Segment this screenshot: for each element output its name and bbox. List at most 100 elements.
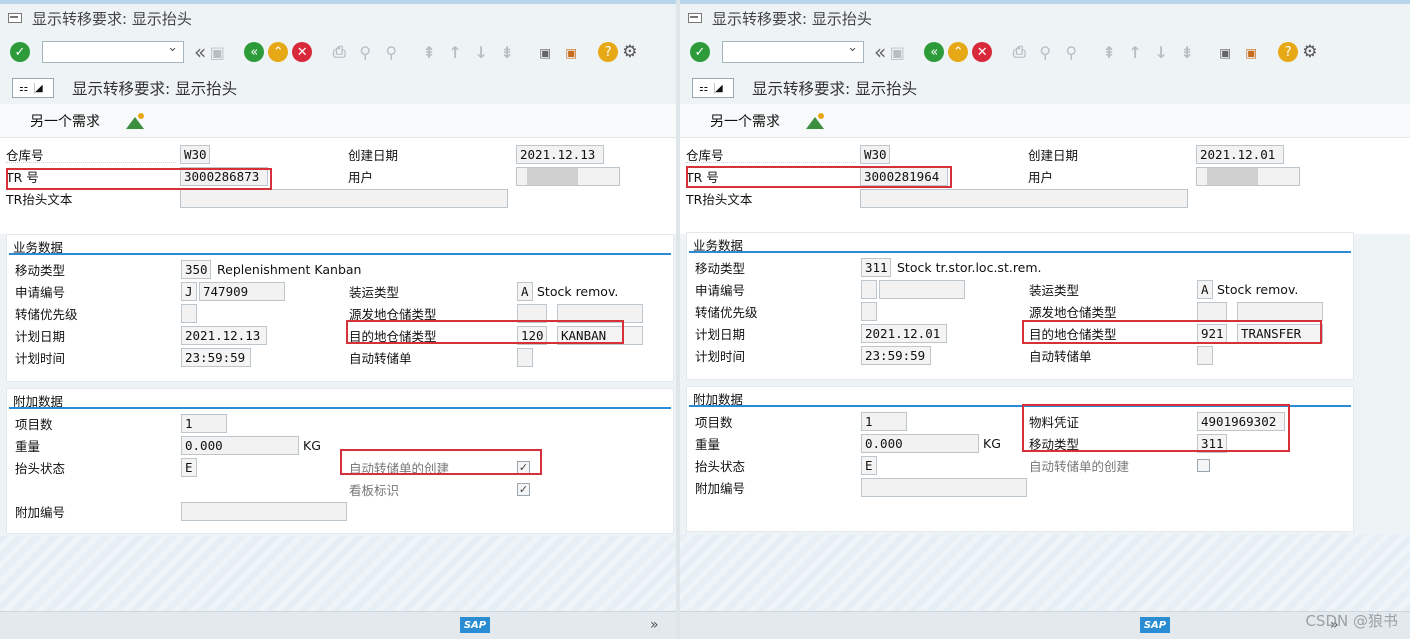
planned-date-field[interactable]: 2021.12.01 (861, 323, 947, 343)
request-number-label: 申请编号 (695, 282, 746, 298)
left-sap-window: 显示转移要求: 显示抬头 ✓ « ▣ « ⌃ ✕ ⎙ ⚲ ⚲ ⇞ ↑ ↓ ⇟ ▣… (0, 0, 676, 639)
shipping-type-field[interactable]: A (1197, 279, 1213, 299)
auto-to-creation-label: 自动转储单的创建 (1029, 458, 1130, 474)
enter-check-icon[interactable]: ✓ (690, 42, 710, 62)
shipping-type-field[interactable]: A (517, 281, 533, 301)
planned-time-label: 计划时间 (15, 350, 66, 366)
additional-number-field[interactable] (181, 501, 347, 521)
enter-check-icon[interactable]: ✓ (10, 42, 30, 62)
weight-field[interactable]: 0.000 (181, 435, 299, 455)
planned-time-field[interactable]: 23:59:59 (181, 347, 251, 367)
source-storage-type-field[interactable] (1197, 301, 1227, 321)
find-next-icon[interactable]: ⚲ (1060, 41, 1082, 63)
first-page-icon[interactable]: ⇞ (1098, 41, 1120, 63)
business-data-group: 业务数据 移动类型 350 Replenishment Kanban 申请编号 … (6, 234, 674, 382)
shortcut-icon[interactable]: ▣ (560, 41, 582, 63)
prev-page-icon[interactable]: ↑ (1124, 41, 1146, 63)
next-page-icon[interactable]: ↓ (470, 41, 492, 63)
user-label: 用户 (348, 169, 374, 185)
request-number-field[interactable] (879, 279, 965, 299)
created-date-field[interactable]: 2021.12.13 (516, 144, 604, 164)
request-prefix-field[interactable] (861, 279, 877, 299)
back-icon[interactable]: « (924, 42, 945, 62)
created-date-field[interactable]: 2021.12.01 (1196, 144, 1284, 164)
source-storage-type-desc (1237, 301, 1323, 321)
last-page-icon[interactable]: ⇟ (496, 41, 518, 63)
system-toolbar: ✓ « ▣ « ⌃ ✕ ⎙ ⚲ ⚲ ⇞ ↑ ↓ ⇟ ▣ ▣ ? ⚙ (0, 32, 676, 72)
item-count-label: 项目数 (15, 416, 53, 432)
double-chevron-left-icon[interactable]: « (874, 40, 886, 64)
warehouse-field[interactable]: W30 (860, 144, 890, 164)
header-status-label: 抬头状态 (15, 460, 66, 476)
last-page-icon[interactable]: ⇟ (1176, 41, 1198, 63)
item-count-field[interactable]: 1 (861, 411, 907, 431)
weight-field[interactable]: 0.000 (861, 433, 979, 453)
transfer-priority-field[interactable] (181, 303, 197, 323)
screen-menu-icon[interactable]: ⚏ ◢ (12, 78, 54, 98)
print-icon[interactable]: ⎙ (1008, 41, 1030, 63)
find-icon[interactable]: ⚲ (354, 41, 376, 63)
mountain-display-icon[interactable] (126, 112, 144, 129)
print-icon[interactable]: ⎙ (328, 41, 350, 63)
another-request-button[interactable]: 另一个需求 (710, 111, 780, 131)
find-icon[interactable]: ⚲ (1034, 41, 1056, 63)
header-status-field[interactable]: E (861, 455, 877, 475)
planned-date-label: 计划日期 (15, 328, 66, 344)
help-icon[interactable]: ? (598, 42, 619, 62)
new-session-icon[interactable]: ▣ (534, 41, 556, 63)
auto-transfer-order-field[interactable] (1197, 345, 1213, 365)
find-next-icon[interactable]: ⚲ (380, 41, 402, 63)
additional-number-label: 附加编号 (15, 504, 66, 520)
transfer-priority-field[interactable] (861, 301, 877, 321)
tr-header-text-field[interactable] (180, 188, 508, 208)
movement-type-field[interactable]: 350 (181, 259, 211, 279)
status-expand-icon[interactable]: » (650, 617, 659, 633)
settings-gear-icon[interactable]: ⚙ (1302, 42, 1317, 62)
item-count-field[interactable]: 1 (181, 413, 227, 433)
another-request-button[interactable]: 另一个需求 (30, 111, 100, 131)
command-field[interactable] (42, 40, 184, 63)
shipping-type-label: 装运类型 (1029, 282, 1080, 298)
help-icon[interactable]: ? (1278, 42, 1299, 62)
first-page-icon[interactable]: ⇞ (418, 41, 440, 63)
kanban-indicator-checkbox[interactable]: ✓ (517, 482, 530, 496)
header-status-field[interactable]: E (181, 457, 197, 477)
cancel-icon[interactable]: ✕ (292, 42, 313, 62)
auto-transfer-order-field[interactable] (517, 347, 533, 367)
status-bar: SAP » (0, 611, 676, 639)
user-field[interactable] (516, 166, 620, 186)
screen-menu-icon[interactable]: ⚏ ◢ (692, 78, 734, 98)
next-page-icon[interactable]: ↓ (1150, 41, 1172, 63)
highlight-tr-number (6, 168, 272, 190)
menu-icon[interactable] (688, 13, 702, 23)
warehouse-field[interactable]: W30 (180, 144, 210, 164)
prev-page-icon[interactable]: ↑ (444, 41, 466, 63)
planned-date-field[interactable]: 2021.12.13 (181, 325, 267, 345)
kanban-indicator-label: 看板标识 (349, 482, 400, 498)
back-icon[interactable]: « (244, 42, 265, 62)
tr-header-text-field[interactable] (860, 188, 1188, 208)
exit-icon[interactable]: ⌃ (268, 42, 289, 62)
request-number-field[interactable]: 747909 (199, 281, 285, 301)
save-icon[interactable]: ▣ (206, 41, 228, 63)
mountain-display-icon[interactable] (806, 112, 824, 129)
cancel-icon[interactable]: ✕ (972, 42, 993, 62)
shortcut-icon[interactable]: ▣ (1240, 41, 1262, 63)
shipping-type-text: Stock remov. (1217, 281, 1299, 297)
weight-label: 重量 (695, 436, 721, 452)
auto-to-creation-checkbox[interactable] (1197, 458, 1210, 472)
movement-type-field[interactable]: 311 (861, 257, 891, 277)
weight-unit: KG (303, 437, 321, 453)
menu-icon[interactable] (8, 13, 22, 23)
exit-icon[interactable]: ⌃ (948, 42, 969, 62)
new-session-icon[interactable]: ▣ (1214, 41, 1236, 63)
request-prefix-field[interactable]: J (181, 281, 197, 301)
command-field[interactable] (722, 40, 864, 63)
planned-time-field[interactable]: 23:59:59 (861, 345, 931, 365)
header-status-label: 抬头状态 (695, 458, 746, 474)
save-icon[interactable]: ▣ (886, 41, 908, 63)
double-chevron-left-icon[interactable]: « (194, 40, 206, 64)
user-field[interactable] (1196, 166, 1300, 186)
settings-gear-icon[interactable]: ⚙ (622, 42, 637, 62)
additional-number-field[interactable] (861, 477, 1027, 497)
